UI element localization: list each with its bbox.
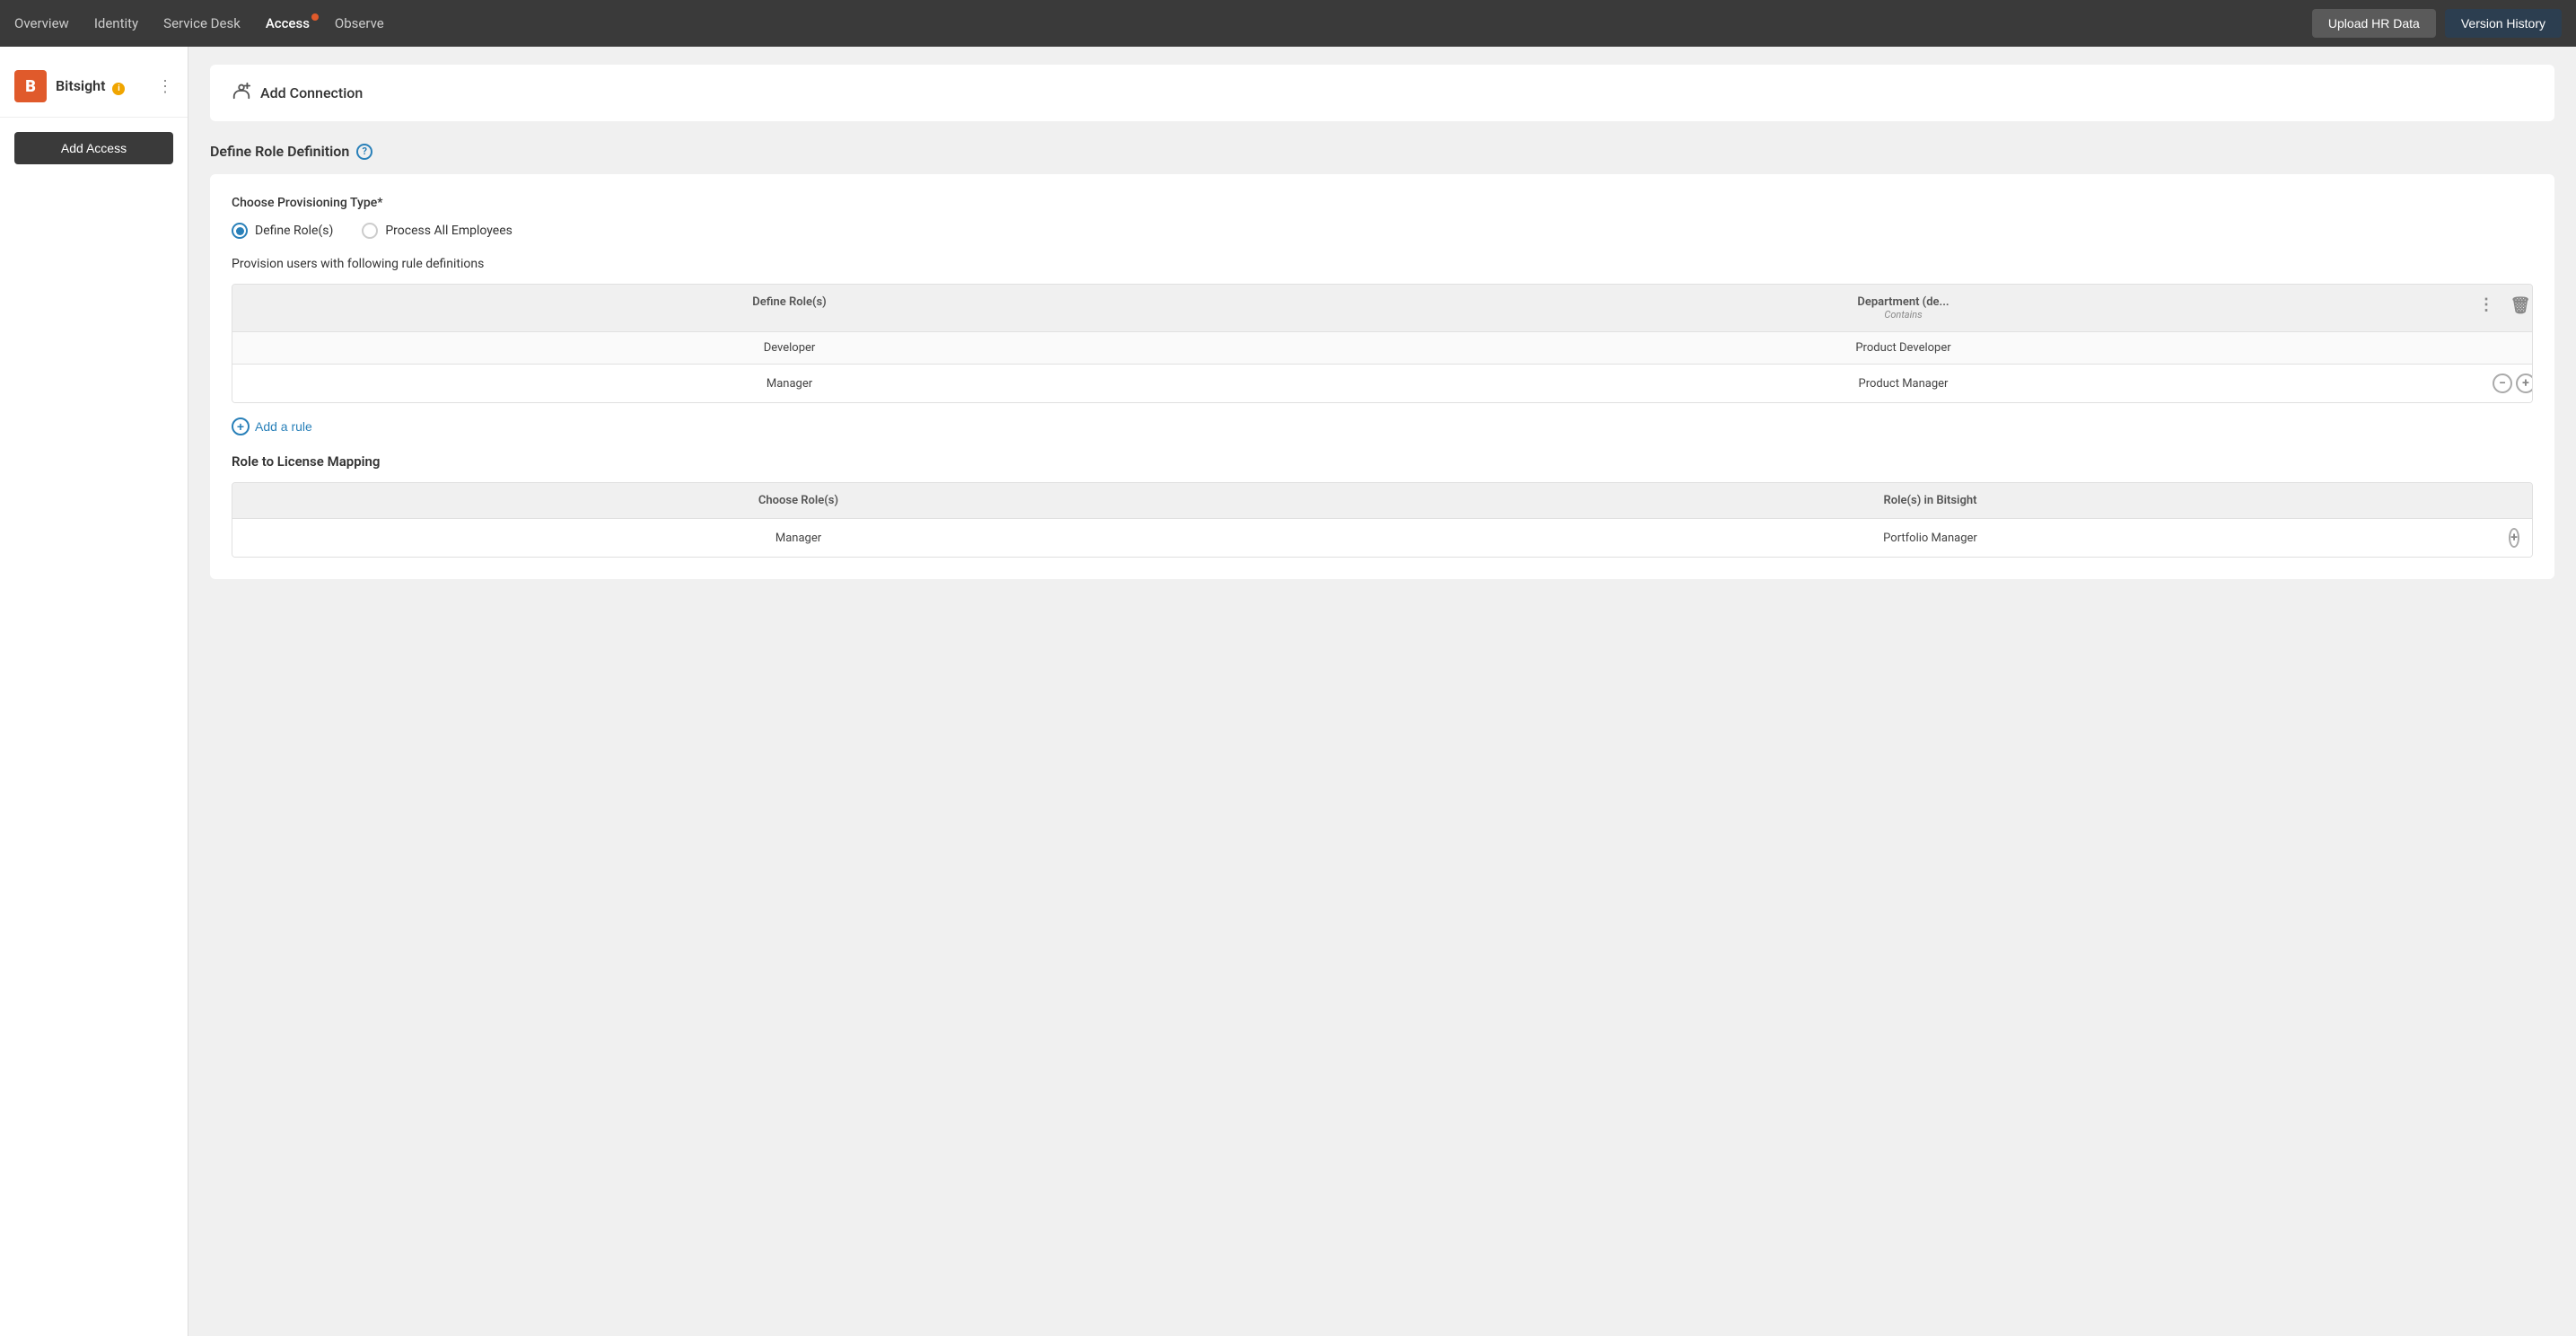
- add-row-button[interactable]: +: [2516, 374, 2533, 393]
- nav-service-desk[interactable]: Service Desk: [163, 12, 241, 35]
- help-icon[interactable]: ?: [356, 144, 372, 160]
- radio-define-roles[interactable]: Define Role(s): [232, 223, 333, 239]
- radio-define-roles-circle: [232, 223, 248, 239]
- radio-define-roles-label: Define Role(s): [255, 224, 333, 238]
- top-nav: Overview Identity Service Desk Access Ob…: [0, 0, 2576, 47]
- rule-col4-header: 🗑: [2496, 285, 2532, 331]
- role-license-label: Role to License Mapping: [232, 453, 2533, 470]
- rule-table-row: Manager Product Manager − +: [232, 364, 2532, 402]
- license-table-row: Manager Portfolio Manager +: [232, 518, 2532, 557]
- remove-row-button[interactable]: −: [2493, 374, 2512, 393]
- rule-row2-action-buttons: − +: [2493, 374, 2533, 393]
- role-definition-card: Choose Provisioning Type* Define Role(s)…: [210, 174, 2554, 579]
- rule-row1-col1: Developer: [232, 332, 1346, 364]
- rule-row2-col1: Manager: [232, 365, 1346, 402]
- add-license-row-button[interactable]: +: [2509, 528, 2519, 548]
- rule-col2-sub: Contains: [1361, 309, 2446, 321]
- radio-process-all-label: Process All Employees: [385, 224, 513, 238]
- nav-identity[interactable]: Identity: [94, 12, 138, 35]
- rule-table-header: Define Role(s) Department (de... Contain…: [232, 285, 2532, 331]
- rule-row2-col2: Product Manager: [1346, 365, 2460, 402]
- sidebar-menu-dots[interactable]: ⋮: [157, 77, 173, 96]
- rule-row1-col3: [2460, 332, 2496, 364]
- radio-process-all-circle: [362, 223, 378, 239]
- sidebar-brand: B Bitsight i ⋮: [0, 61, 188, 118]
- nav-observe[interactable]: Observe: [335, 12, 384, 35]
- rule-row2-actions: − +: [2496, 365, 2532, 402]
- sidebar-brand-name: Bitsight i: [56, 77, 125, 95]
- add-rule-plus-icon: +: [232, 418, 250, 435]
- add-rule-button[interactable]: + Add a rule: [232, 418, 312, 435]
- license-table: Choose Role(s) Role(s) in Bitsight Manag…: [232, 482, 2533, 558]
- add-connection-label: Add Connection: [260, 84, 363, 101]
- license-col3-header: [2496, 483, 2532, 518]
- add-connection-card[interactable]: Add Connection: [210, 65, 2554, 121]
- main-content: Add Connection Define Role Definition ? …: [188, 47, 2576, 1336]
- layout: B Bitsight i ⋮ Add Access Add Connection: [0, 47, 2576, 1336]
- rule-table: Define Role(s) Department (de... Contain…: [232, 284, 2533, 403]
- rule-row1-col2: Product Developer: [1346, 332, 2460, 364]
- license-row1-col1: Manager: [232, 519, 1364, 557]
- access-badge: [311, 13, 319, 21]
- nav-items: Overview Identity Service Desk Access Ob…: [14, 12, 2312, 35]
- brand-info-icon: i: [112, 83, 125, 95]
- add-access-button[interactable]: Add Access: [14, 132, 173, 164]
- rule-table-row: Developer Product Developer: [232, 331, 2532, 364]
- rule-row1-col4: [2496, 332, 2532, 364]
- rule-col3-header: ⋮: [2460, 285, 2496, 331]
- delete-rule-icon[interactable]: 🗑: [2510, 295, 2530, 315]
- sidebar-logo: B: [14, 70, 47, 102]
- nav-actions: Upload HR Data Version History: [2312, 9, 2562, 38]
- license-row1-col2: Portfolio Manager: [1364, 519, 2496, 557]
- license-col1-header: Choose Role(s): [232, 483, 1364, 518]
- provisioning-type-label: Choose Provisioning Type*: [232, 196, 2533, 210]
- license-table-header: Choose Role(s) Role(s) in Bitsight: [232, 483, 2532, 518]
- sidebar: B Bitsight i ⋮ Add Access: [0, 47, 188, 1336]
- license-col2-header: Role(s) in Bitsight: [1364, 483, 2496, 518]
- provisioning-type-radio-group: Define Role(s) Process All Employees: [232, 223, 2533, 239]
- rule-col2-header: Department (de... Contains: [1346, 285, 2460, 331]
- upload-hr-button[interactable]: Upload HR Data: [2312, 9, 2436, 38]
- section-header: Define Role Definition ?: [210, 143, 2554, 160]
- nav-overview[interactable]: Overview: [14, 12, 69, 35]
- rule-col3-dots[interactable]: ⋮: [2475, 292, 2498, 318]
- nav-access[interactable]: Access: [266, 12, 310, 35]
- rule-row2-col3: [2460, 365, 2496, 402]
- add-rule-label: Add a rule: [255, 419, 312, 434]
- version-history-button[interactable]: Version History: [2445, 9, 2562, 38]
- rule-col1-header: Define Role(s): [232, 285, 1346, 331]
- license-row1-actions: +: [2496, 519, 2532, 557]
- add-connection-icon: [232, 81, 251, 105]
- section-title-text: Define Role Definition: [210, 143, 349, 160]
- provision-users-text: Provision users with following rule defi…: [232, 257, 2533, 271]
- radio-process-all-employees[interactable]: Process All Employees: [362, 223, 513, 239]
